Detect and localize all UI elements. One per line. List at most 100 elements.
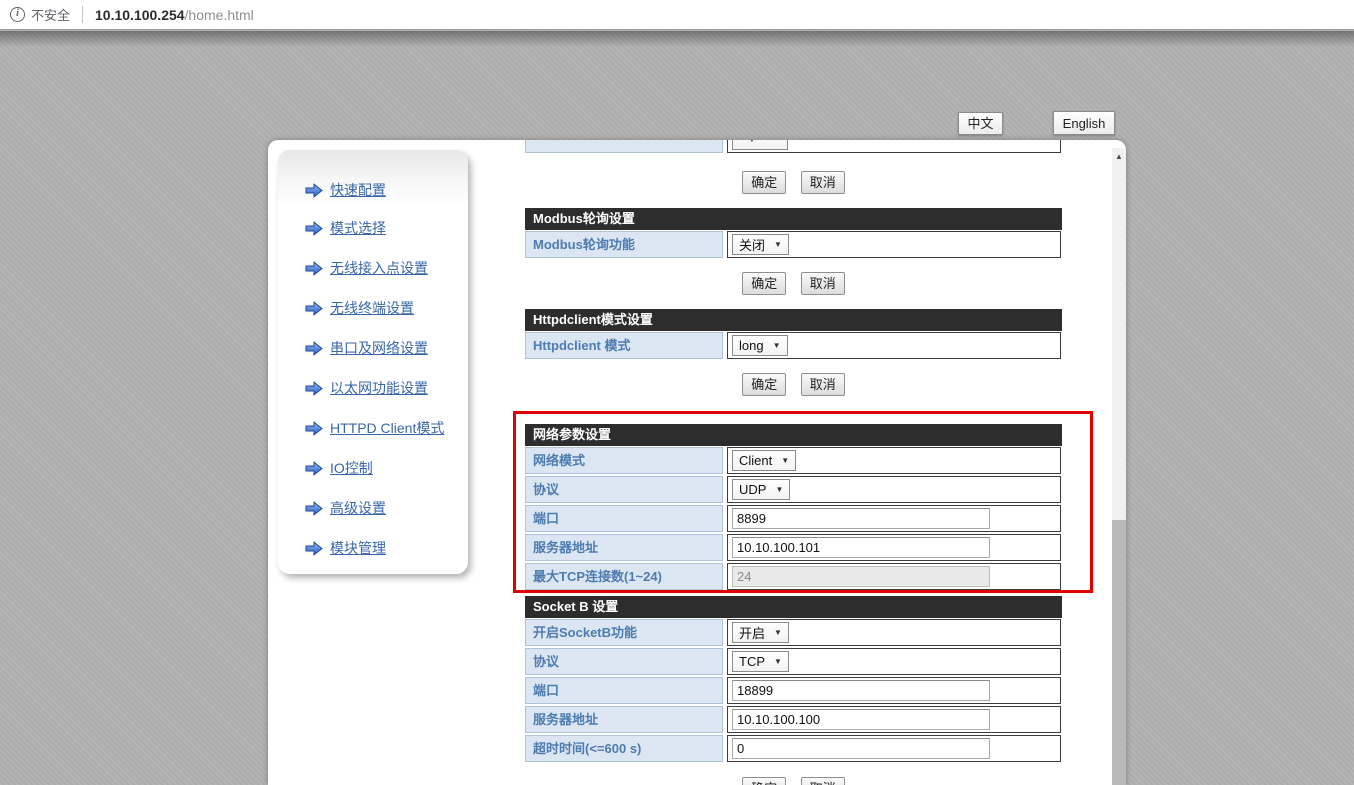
sidebar-item-mode-select[interactable]: 模式选择	[305, 208, 468, 248]
url-path: /home.html	[185, 7, 254, 23]
chevron-down-icon: ▼	[748, 140, 756, 144]
ok-button[interactable]: 确定	[742, 272, 786, 295]
socketb-section-header: Socket B 设置	[525, 596, 1062, 618]
content-scrollbar[interactable]: ▲	[1112, 148, 1126, 785]
chevron-down-icon: ▼	[774, 657, 782, 666]
chevron-down-icon: ▼	[781, 456, 789, 465]
button-row-2: 确定 取消	[525, 272, 1062, 296]
sidebar-item-httpd-client[interactable]: HTTPD Client模式	[305, 408, 468, 448]
url-text[interactable]: 10.10.100.254/home.html	[95, 7, 254, 23]
sidebar-item-quick-config[interactable]: 快速配置	[305, 172, 468, 208]
sidebar-link[interactable]: IO控制	[330, 458, 373, 478]
button-row-4-clipped: 确定 取消	[525, 777, 1062, 785]
button-row-3: 确定 取消	[525, 373, 1062, 397]
network-mode-select[interactable]: Client▼	[732, 450, 796, 471]
network-server-label: 服务器地址	[525, 534, 723, 561]
chevron-down-icon: ▼	[774, 240, 782, 249]
network-server-input[interactable]	[732, 537, 990, 558]
clipped-row-value: ▼	[727, 140, 1061, 153]
browser-address-bar[interactable]: i 不安全 10.10.100.254/home.html	[0, 0, 1354, 30]
network-mode-value: Client▼	[727, 447, 1061, 474]
network-protocol-value: UDP▼	[727, 476, 1061, 503]
language-english-button[interactable]: English	[1053, 111, 1115, 135]
screen: i 不安全 10.10.100.254/home.html 中文 English…	[0, 0, 1354, 785]
sidebar-item-sta-settings[interactable]: 无线终端设置	[305, 288, 468, 328]
sidebar-link[interactable]: 以太网功能设置	[330, 378, 428, 398]
top-shadow	[0, 31, 1354, 47]
sidebar-item-uart-network[interactable]: 串口及网络设置	[305, 328, 468, 368]
scrollbar-up-arrow-icon[interactable]: ▲	[1112, 148, 1126, 165]
info-icon[interactable]: i	[10, 7, 25, 22]
button-row-1: 确定 取消	[525, 171, 1062, 195]
socketb-timeout-value	[727, 735, 1061, 762]
sidebar-item-ethernet[interactable]: 以太网功能设置	[305, 368, 468, 408]
arrow-icon	[305, 461, 323, 476]
ok-button[interactable]: 确定	[742, 373, 786, 396]
ok-button[interactable]: 确定	[742, 777, 786, 785]
cancel-button[interactable]: 取消	[801, 777, 845, 785]
socketb-protocol-label: 协议	[525, 648, 723, 675]
network-maxtcp-input	[732, 566, 990, 587]
chevron-down-icon: ▼	[774, 628, 782, 637]
sidebar-link[interactable]: 无线终端设置	[330, 298, 414, 318]
language-chinese-button[interactable]: 中文	[958, 112, 1003, 135]
network-maxtcp-value	[727, 563, 1061, 590]
network-port-label: 端口	[525, 505, 723, 532]
arrow-icon	[305, 381, 323, 396]
arrow-icon	[305, 221, 323, 236]
modbus-function-value: 关闭▼	[727, 231, 1061, 258]
cancel-button[interactable]: 取消	[801, 373, 845, 396]
socketb-port-input[interactable]	[732, 680, 990, 701]
sidebar-nav: 快速配置 模式选择 无线接入点设置 无线终端设置 串口及网络设置 以太网功能设置	[278, 150, 468, 574]
clipped-select[interactable]: ▼	[732, 140, 788, 150]
httpd-section-header: Httpdclient模式设置	[525, 309, 1062, 331]
modbus-function-select[interactable]: 关闭▼	[732, 234, 789, 255]
socketb-enable-label: 开启SocketB功能	[525, 619, 723, 646]
socketb-protocol-value: TCP▼	[727, 648, 1061, 675]
sidebar-link[interactable]: 高级设置	[330, 498, 386, 518]
chevron-down-icon: ▼	[775, 485, 783, 494]
scrollbar-thumb[interactable]	[1112, 520, 1126, 785]
arrow-icon	[305, 541, 323, 556]
httpd-mode-value: long▼	[727, 332, 1061, 359]
network-protocol-select[interactable]: UDP▼	[732, 479, 790, 500]
not-secure-label: 不安全	[31, 5, 70, 24]
url-host: 10.10.100.254	[95, 7, 185, 23]
sidebar-link[interactable]: 模块管理	[330, 538, 386, 558]
network-port-input[interactable]	[732, 508, 990, 529]
arrow-icon	[305, 501, 323, 516]
socketb-port-value	[727, 677, 1061, 704]
network-mode-label: 网络模式	[525, 447, 723, 474]
socketb-timeout-input[interactable]	[732, 738, 990, 759]
httpd-mode-select[interactable]: long▼	[732, 335, 788, 356]
network-server-value	[727, 534, 1061, 561]
cancel-button[interactable]: 取消	[801, 272, 845, 295]
sidebar-item-io-control[interactable]: IO控制	[305, 448, 468, 488]
modbus-section-header: Modbus轮询设置	[525, 208, 1062, 230]
socketb-timeout-label: 超时时间(<=600 s)	[525, 735, 723, 762]
sidebar-item-ap-settings[interactable]: 无线接入点设置	[305, 248, 468, 288]
ok-button[interactable]: 确定	[742, 171, 786, 194]
socketb-server-input[interactable]	[732, 709, 990, 730]
sidebar-link[interactable]: HTTPD Client模式	[330, 418, 444, 438]
socketb-server-label: 服务器地址	[525, 706, 723, 733]
cancel-button[interactable]: 取消	[801, 171, 845, 194]
sidebar-item-advanced[interactable]: 高级设置	[305, 488, 468, 528]
clipped-row-label	[525, 140, 723, 153]
sidebar-item-module-mgmt[interactable]: 模块管理	[305, 528, 468, 568]
arrow-icon	[305, 341, 323, 356]
sidebar-link[interactable]: 模式选择	[330, 218, 386, 238]
main-panel: 快速配置 模式选择 无线接入点设置 无线终端设置 串口及网络设置 以太网功能设置	[268, 140, 1126, 785]
sidebar-link[interactable]: 串口及网络设置	[330, 338, 428, 358]
modbus-function-label: Modbus轮询功能	[525, 231, 723, 258]
sidebar-list: 快速配置 模式选择 无线接入点设置 无线终端设置 串口及网络设置 以太网功能设置	[278, 150, 468, 568]
network-protocol-label: 协议	[525, 476, 723, 503]
network-section-header: 网络参数设置	[525, 424, 1062, 446]
arrow-icon	[305, 261, 323, 276]
socketb-enable-select[interactable]: 开启▼	[732, 622, 789, 643]
sidebar-link[interactable]: 快速配置	[330, 180, 386, 200]
socketb-server-value	[727, 706, 1061, 733]
sidebar-link[interactable]: 无线接入点设置	[330, 258, 428, 278]
socketb-protocol-select[interactable]: TCP▼	[732, 651, 789, 672]
arrow-icon	[305, 421, 323, 436]
